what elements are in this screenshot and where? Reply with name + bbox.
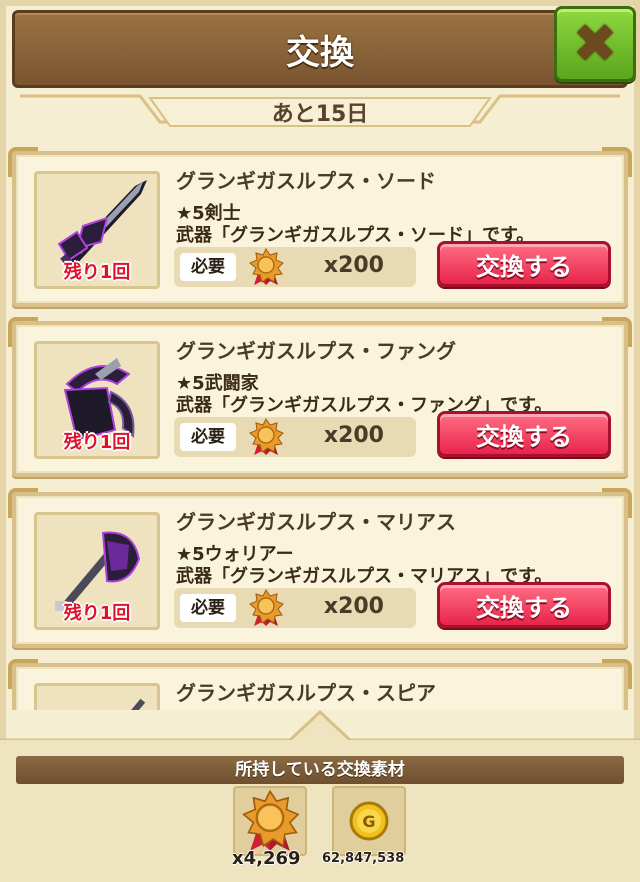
page-title: 交換	[286, 32, 354, 73]
remaining-count: 残り1回	[63, 603, 131, 624]
medal-slot	[233, 786, 307, 856]
medal-icon	[249, 248, 284, 285]
item-name: グランギガスルプス・ソード	[176, 169, 436, 193]
required-label: 必要	[180, 423, 236, 451]
exchange-item-card: グランギガスルプス・スピア	[8, 659, 632, 710]
required-label: 必要	[180, 594, 236, 622]
cost-value: x200	[323, 253, 384, 278]
gold-count: 62,847,538	[322, 851, 405, 866]
close-button[interactable]: ✖	[554, 6, 636, 82]
remaining-count: 残り1回	[63, 432, 131, 453]
required-label: 必要	[180, 253, 236, 281]
item-thumbnail: 残り1回	[34, 171, 160, 289]
item-name: グランギガスルプス・ファング	[176, 339, 456, 363]
remaining-count: 残り1回	[63, 262, 131, 283]
cost-value: x200	[323, 423, 384, 448]
days-remaining-label: あと15日	[271, 102, 369, 127]
title-bar: 交換	[12, 10, 628, 88]
close-x-icon: ✖	[572, 12, 618, 75]
cost-box: 必要 x200	[174, 417, 416, 457]
medal-count: x4,269	[232, 848, 301, 869]
item-thumbnail: 残り1回	[34, 341, 160, 459]
exchange-button[interactable]: 交換する	[437, 582, 611, 628]
exchange-item-card: 残り1回 グランギガスルプス・ソード ★5剣士 武器「グランギガスルプス・ソード…	[8, 147, 632, 307]
item-name: グランギガスルプス・スピア	[176, 681, 436, 705]
item-thumbnail: 残り1回	[34, 512, 160, 630]
cost-box: 必要 x200	[174, 588, 416, 628]
item-name: グランギガスルプス・マリアス	[176, 510, 456, 534]
exchange-button[interactable]: 交換する	[437, 411, 611, 457]
medal-icon	[249, 589, 284, 626]
gold-coin-icon: G	[349, 801, 389, 841]
gold-symbol: G	[362, 812, 375, 831]
cost-box: 必要 x200	[174, 247, 416, 287]
exchange-item-card: 残り1回 グランギガスルプス・ファング ★5武闘家 武器「グランギガスルプス・フ…	[8, 317, 632, 477]
medal-icon	[242, 789, 300, 851]
exchange-item-card: 残り1回 グランギガスルプス・マリアス ★5ウォリアー 武器「グランギガスルプス…	[8, 488, 632, 648]
medal-icon	[249, 418, 284, 455]
owned-materials-header: 所持している交換素材	[16, 756, 624, 784]
cost-value: x200	[323, 594, 384, 619]
gold-slot: G	[332, 786, 406, 856]
exchange-button[interactable]: 交換する	[437, 241, 611, 287]
exchange-item-list[interactable]: 残り1回 グランギガスルプス・ソード ★5剣士 武器「グランギガスルプス・ソード…	[0, 145, 640, 710]
